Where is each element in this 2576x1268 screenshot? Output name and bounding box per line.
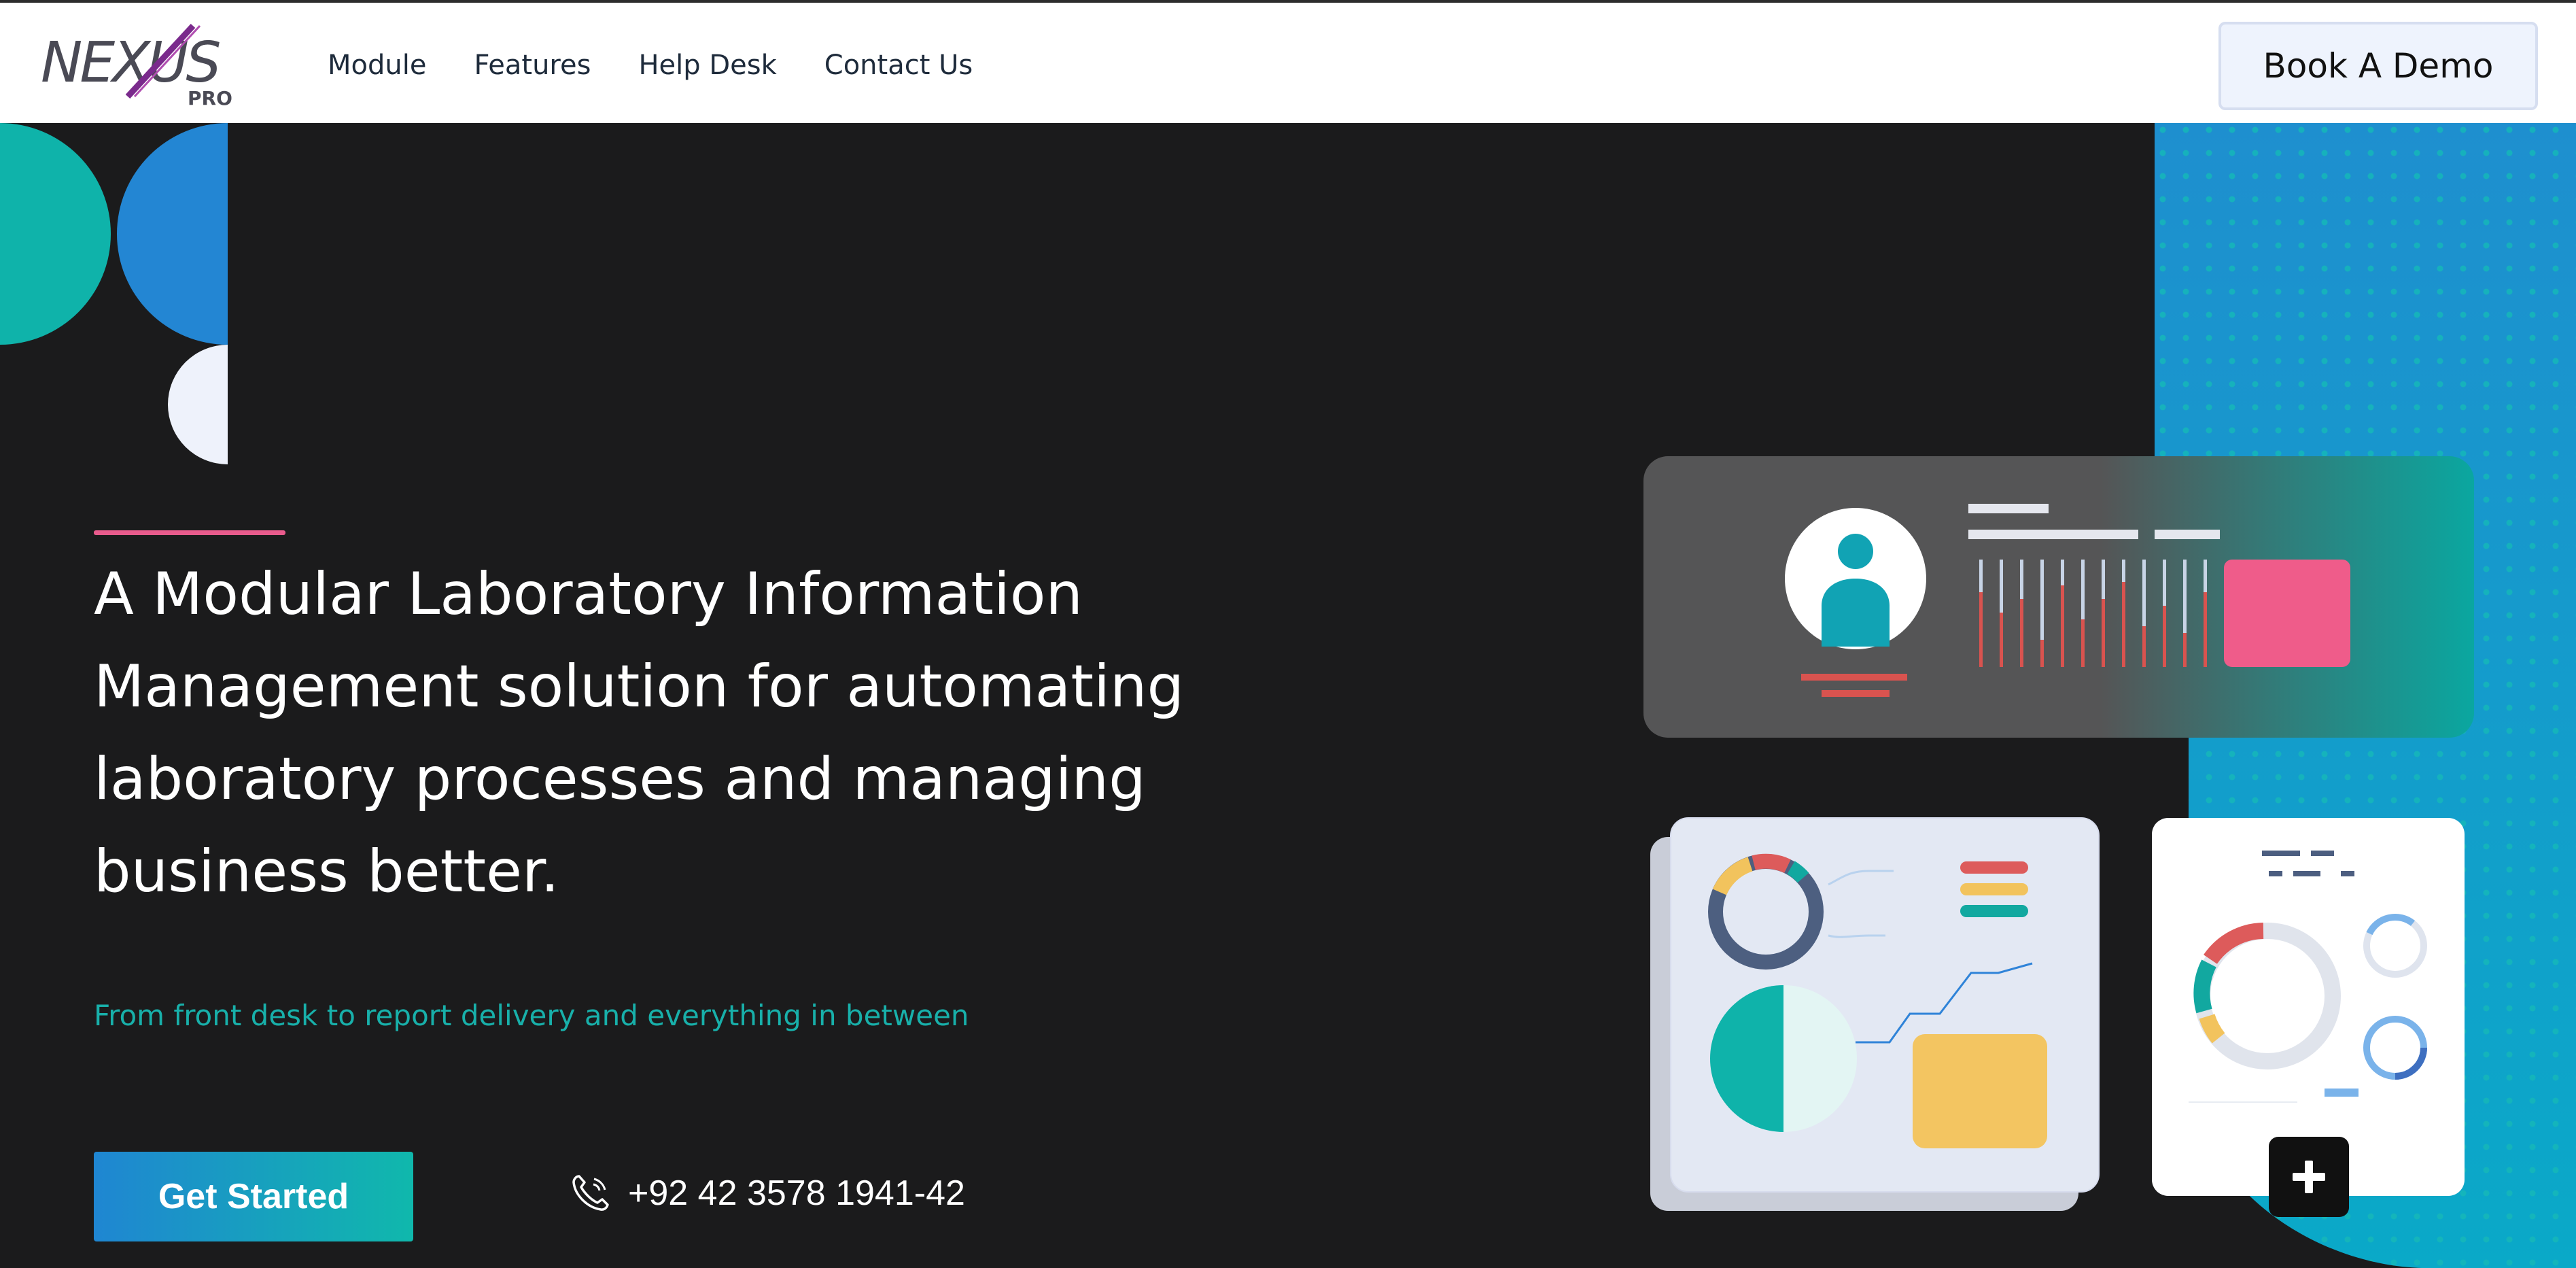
header: NEXUS PRO Module Features Help Desk Cont…: [0, 0, 2576, 123]
headline-line-4: business better.: [94, 838, 559, 906]
dashboard-illustration: [1643, 123, 2576, 1268]
headline-accent-line: [94, 530, 285, 535]
nav-module[interactable]: Module: [328, 48, 426, 83]
main-nav: Module Features Help Desk Contact Us: [328, 48, 1020, 83]
plus-icon: [2293, 1161, 2325, 1193]
phone-link[interactable]: +92 42 3578 1941-42: [570, 1172, 965, 1214]
decorative-shapes: [0, 123, 228, 464]
logo-subtext: PRO: [188, 87, 232, 109]
nav-features[interactable]: Features: [474, 48, 591, 83]
headline-line-3: laboratory processes and managing: [94, 745, 1146, 813]
nav-help-desk[interactable]: Help Desk: [638, 48, 776, 83]
phone-number: +92 42 3578 1941-42: [628, 1173, 965, 1213]
nexus-pro-logo[interactable]: NEXUS PRO: [39, 20, 250, 109]
get-started-button[interactable]: Get Started: [94, 1152, 413, 1241]
nav-contact-us[interactable]: Contact Us: [824, 48, 973, 83]
headline-line-1: A Modular Laboratory Information: [94, 560, 1083, 628]
add-button[interactable]: [2269, 1137, 2349, 1217]
headline-line-2: Management solution for automating: [94, 653, 1185, 721]
phone-icon: [572, 1175, 609, 1211]
page: NEXUS PRO Module Features Help Desk Cont…: [0, 0, 2576, 1268]
logo-text: NEXUS: [41, 31, 220, 95]
hero-subline: From front desk to report delivery and e…: [94, 999, 969, 1032]
book-demo-button[interactable]: Book A Demo: [2218, 22, 2538, 110]
hero-headline: A Modular Laboratory Information Managem…: [94, 548, 1249, 918]
